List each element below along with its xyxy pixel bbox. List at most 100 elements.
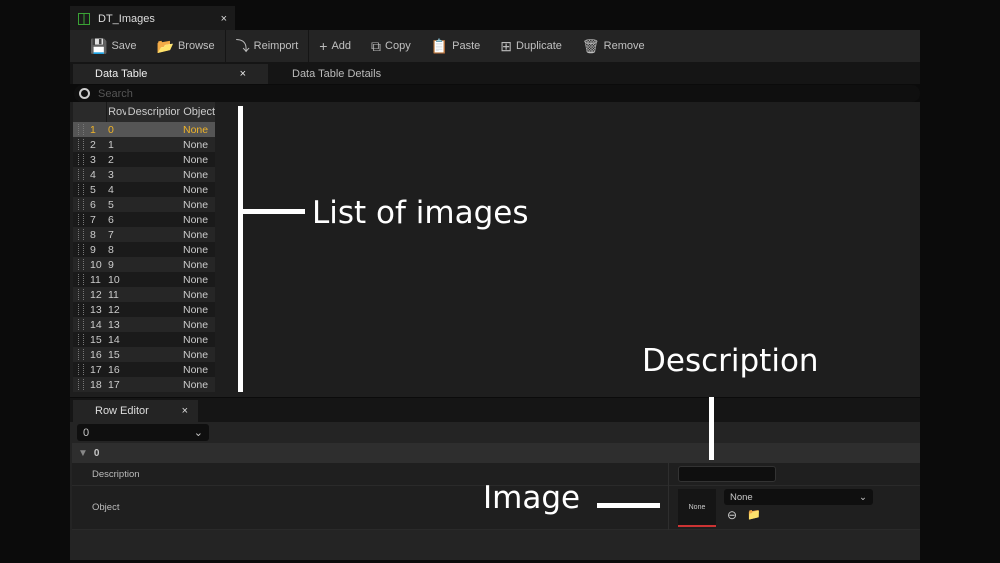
- drag-handle-icon[interactable]: [78, 154, 84, 165]
- row-name: 17: [108, 378, 120, 391]
- drag-handle-icon[interactable]: [78, 244, 84, 255]
- copy-button[interactable]: ⧉ Copy: [361, 30, 421, 62]
- drag-handle-icon[interactable]: [78, 349, 84, 360]
- document-title: DT_Images: [98, 12, 155, 25]
- column-splitter[interactable]: [668, 463, 669, 530]
- table-row[interactable]: 3 2 None: [73, 152, 215, 167]
- property-label: Description: [92, 468, 140, 480]
- browse-button[interactable]: 📂 Browse: [147, 30, 225, 62]
- row-number: 7: [90, 213, 96, 226]
- table-row[interactable]: 15 14 None: [73, 332, 215, 347]
- object-thumbnail[interactable]: None: [678, 489, 716, 527]
- add-button[interactable]: + Add: [309, 30, 361, 62]
- tab-row-editor[interactable]: Row Editor ×: [73, 400, 198, 422]
- table-header: Rov Description Object: [73, 102, 215, 122]
- table-row[interactable]: 16 15 None: [73, 347, 215, 362]
- annotation-list: List of images: [312, 195, 529, 231]
- row-object: None: [183, 153, 209, 166]
- document-tab[interactable]: DT_Images ×: [70, 6, 235, 31]
- drag-handle-icon[interactable]: [78, 304, 84, 315]
- table-row[interactable]: 11 10 None: [73, 272, 215, 287]
- drag-handle-icon[interactable]: [78, 379, 84, 390]
- column-row-name[interactable]: Rov: [107, 106, 126, 118]
- button-label: Add: [331, 40, 352, 52]
- table-row[interactable]: 9 8 None: [73, 242, 215, 257]
- use-selected-icon[interactable]: ⊖: [727, 508, 737, 522]
- table-rows: 1 0 None 2 1 None 3 2 None 4 3 None 5 4 None 6 5 None 7 6 No…: [73, 122, 215, 392]
- add-icon: +: [319, 38, 328, 54]
- row-object: None: [183, 288, 209, 301]
- save-icon: 💾: [90, 37, 108, 54]
- drag-handle-icon[interactable]: [78, 319, 84, 330]
- duplicate-icon: ⊞: [500, 37, 513, 54]
- row-name: 8: [108, 243, 114, 256]
- table-row[interactable]: 13 12 None: [73, 302, 215, 317]
- button-label: Reimport: [253, 40, 299, 52]
- table-row[interactable]: 12 11 None: [73, 287, 215, 302]
- table-row[interactable]: 8 7 None: [73, 227, 215, 242]
- remove-button[interactable]: 🗑 Remove: [572, 30, 655, 62]
- column-object[interactable]: Object: [180, 106, 215, 118]
- close-icon[interactable]: ×: [240, 68, 246, 80]
- table-row[interactable]: 17 16 None: [73, 362, 215, 377]
- drag-handle-icon[interactable]: [78, 274, 84, 285]
- table-row[interactable]: 5 4 None: [73, 182, 215, 197]
- row-name: 15: [108, 348, 120, 361]
- tab-data-table-details[interactable]: Data Table Details: [270, 64, 403, 84]
- column-description[interactable]: Description: [126, 106, 181, 118]
- row-number: 18: [90, 378, 102, 391]
- drag-handle-icon[interactable]: [78, 169, 84, 180]
- reimport-button[interactable]: ⤵ Reimport: [226, 30, 309, 62]
- row-number: 6: [90, 198, 96, 211]
- annotation-bracket: [238, 106, 243, 392]
- drag-handle-icon[interactable]: [78, 139, 84, 150]
- browse-folder-icon[interactable]: 📁: [747, 508, 761, 521]
- row-object: None: [183, 303, 209, 316]
- drag-handle-icon[interactable]: [78, 184, 84, 195]
- drag-handle-icon[interactable]: [78, 214, 84, 225]
- search-placeholder: Search: [98, 87, 133, 100]
- table-row[interactable]: 4 3 None: [73, 167, 215, 182]
- row-name: 6: [108, 213, 114, 226]
- category-header[interactable]: ▼ 0: [72, 443, 920, 463]
- paste-button[interactable]: 📋 Paste: [421, 30, 491, 62]
- object-picker-dropdown[interactable]: None ⌄: [724, 489, 873, 505]
- tab-data-table[interactable]: Data Table ×: [73, 64, 268, 84]
- close-tab-button[interactable]: ×: [221, 13, 227, 25]
- selected-row: 0: [83, 426, 90, 439]
- row-object: None: [183, 273, 209, 286]
- row-number: 15: [90, 333, 102, 346]
- table-row[interactable]: 6 5 None: [73, 197, 215, 212]
- row-name: 14: [108, 333, 120, 346]
- remove-icon: 🗑: [581, 37, 600, 54]
- duplicate-button[interactable]: ⊞ Duplicate: [490, 30, 572, 62]
- table-row[interactable]: 10 9 None: [73, 257, 215, 272]
- row-number: 4: [90, 168, 96, 181]
- table-row[interactable]: 14 13 None: [73, 317, 215, 332]
- button-label: Paste: [452, 40, 481, 52]
- table-row[interactable]: 2 1 None: [73, 137, 215, 152]
- row-number: 8: [90, 228, 96, 241]
- save-button[interactable]: 💾 Save: [80, 30, 147, 62]
- table-row[interactable]: 1 0 None: [73, 122, 215, 137]
- panel-tabs: Data Table × Data Table Details: [70, 62, 920, 84]
- row-number: 16: [90, 348, 102, 361]
- drag-handle-icon[interactable]: [78, 229, 84, 240]
- drag-handle-icon[interactable]: [78, 199, 84, 210]
- row-object: None: [183, 348, 209, 361]
- row-object: None: [183, 123, 209, 136]
- toolbar: 💾 Save 📂 Browse ⤵ Reimport + Add ⧉ Copy 📋 Paste ⊞ Dup…: [70, 30, 920, 62]
- drag-handle-icon[interactable]: [78, 364, 84, 375]
- description-input[interactable]: [678, 466, 776, 482]
- row-number: 1: [90, 123, 96, 136]
- search-input[interactable]: Search: [74, 85, 920, 102]
- close-icon[interactable]: ×: [182, 405, 188, 417]
- table-row[interactable]: 7 6 None: [73, 212, 215, 227]
- table-row[interactable]: 18 17 None: [73, 377, 215, 392]
- drag-handle-icon[interactable]: [78, 124, 84, 135]
- drag-handle-icon[interactable]: [78, 259, 84, 270]
- button-label: Remove: [603, 40, 645, 52]
- row-selector-dropdown[interactable]: 0 ⌄: [77, 424, 209, 441]
- drag-handle-icon[interactable]: [78, 334, 84, 345]
- drag-handle-icon[interactable]: [78, 289, 84, 300]
